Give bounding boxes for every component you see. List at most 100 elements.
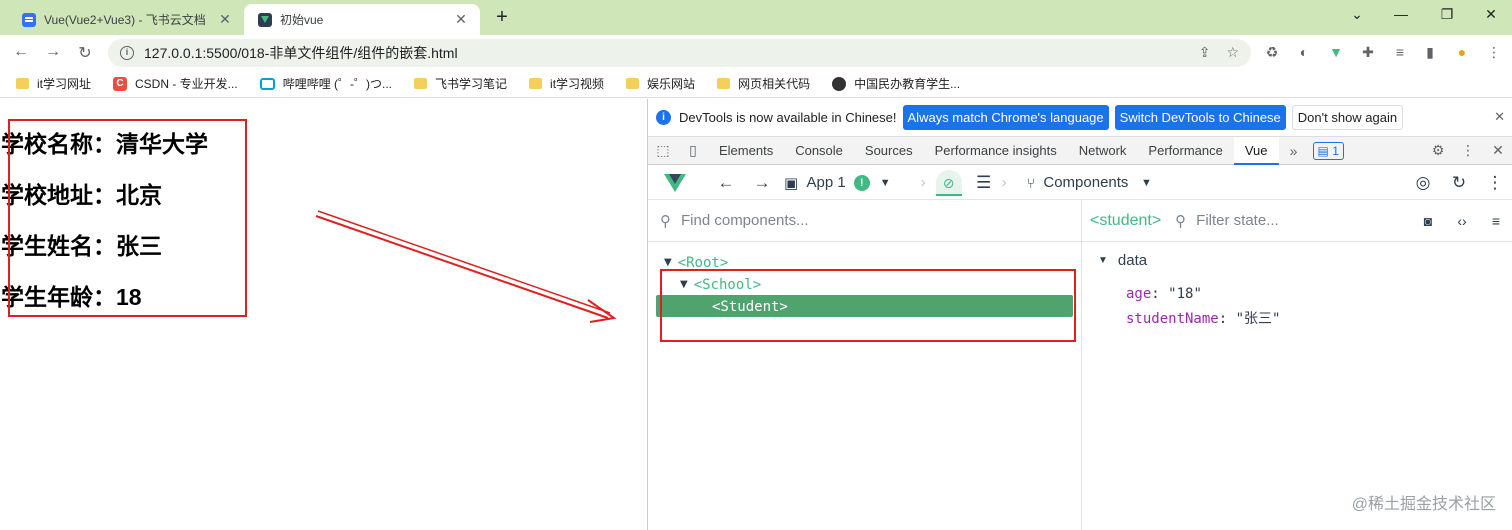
back-icon[interactable]: ← [10,43,32,61]
chevron-down-icon: ▼ [879,176,891,189]
bookmark-item[interactable]: 飞书学习笔记 [414,75,507,92]
site-info-icon[interactable]: i [120,46,134,60]
prop-value[interactable]: "18" [1168,286,1202,302]
prop-value[interactable]: "张三" [1236,311,1281,327]
selected-component-name: <student> [1090,211,1162,229]
timeline-icon[interactable]: ☰ [966,173,1002,193]
code-icon[interactable]: ‹› [1445,213,1479,229]
bookmark-item[interactable]: 网页相关代码 [717,75,810,92]
share-icon[interactable]: ⇪ [1199,44,1211,61]
customize-menu-icon[interactable]: ⋮ [1453,142,1483,159]
extension-recycle-icon[interactable]: ♻ [1262,44,1282,61]
device-toolbar-icon[interactable]: ▯ [678,142,708,159]
minimize-icon[interactable]: — [1386,6,1416,22]
extension-vue-icon[interactable]: ▼ [1326,44,1346,60]
vue-logo-icon [664,172,686,194]
search-icon: ⚲ [1175,212,1187,230]
bookmark-item[interactable]: it学习视频 [529,75,604,92]
tab-network[interactable]: Network [1068,137,1138,165]
components-tree-icon: ⑂ [1026,174,1036,191]
side-panel-icon[interactable]: ▮ [1420,44,1440,61]
component-search-input[interactable]: Find components... [681,212,809,229]
target-select-icon[interactable]: ◎ [1405,173,1441,193]
always-match-language-button[interactable]: Always match Chrome's language [902,105,1109,130]
tab-vue[interactable]: 初始vue ✕ [244,4,480,35]
app-selector[interactable]: ▣ App 1 ! ▼ [784,174,891,192]
more-options-icon[interactable]: ⋮ [1477,173,1512,193]
bookmark-item[interactable]: 娱乐网站 [626,75,695,92]
bookmark-label: 网页相关代码 [738,77,811,91]
component-search[interactable]: ⚲ Find components... [648,200,1081,242]
chevron-down-icon: ▼ [1140,176,1152,189]
close-devtools-icon[interactable]: ✕ [1483,142,1512,159]
address-bar[interactable]: i 127.0.0.1:5500/018-非单文件组件/组件的嵌套.html ⇪… [108,39,1251,67]
infobar-message: DevTools is now available in Chinese! [679,110,897,125]
window-close-icon[interactable]: ✕ [1476,6,1506,23]
vue-icon [258,12,272,27]
close-icon[interactable]: ✕ [450,11,472,28]
devtools-language-infobar: i DevTools is now available in Chinese! … [648,99,1512,137]
scroll-to-component-icon[interactable]: ◙ [1411,213,1445,229]
filter-state-input[interactable]: Filter state... [1196,212,1411,229]
tab-console[interactable]: Console [784,137,854,165]
tab-vue[interactable]: Vue [1233,136,1279,165]
folder-icon [16,78,29,89]
switch-to-chinese-button[interactable]: Switch DevTools to Chinese [1114,105,1286,130]
extensions-puzzle-icon[interactable]: ✚ [1358,44,1378,61]
bookmark-item[interactable]: 哔哩哔哩 (゜-゜)つ... [259,75,393,92]
tab-performance-insights[interactable]: Performance insights [924,137,1068,165]
tab-sources[interactable]: Sources [854,137,924,165]
bookmark-label: CSDN - 专业开发... [135,77,238,91]
close-icon[interactable]: ✕ [1494,109,1505,125]
forward-arrow-icon[interactable]: → [744,173,780,193]
extension-blue-icon[interactable]: ◐ [1294,44,1314,60]
state-prop-row: studentName: "张三" [1126,311,1281,327]
bookmark-label: 娱乐网站 [647,77,696,91]
expand-triangle-icon[interactable]: ▼ [664,257,672,268]
browser-tab-strip: Vue(Vue2+Vue3) - 飞书云文档 ✕ 初始vue ✕ + ⌄ — ❐… [0,0,1512,35]
more-tabs-icon[interactable]: » [1279,143,1309,159]
bookmark-item[interactable]: 中国民办教育学生... [832,75,960,92]
highlight-box-page [8,119,247,317]
dont-show-again-button[interactable]: Don't show again [1291,105,1404,130]
forward-icon[interactable]: → [42,43,64,61]
highlight-box-tree [660,269,1076,342]
data-section-header[interactable]: ▼ data [1098,252,1147,269]
profile-avatar-icon[interactable]: ● [1452,44,1472,60]
bookmark-item[interactable]: it学习网址 [16,75,91,92]
tab-title: Vue(Vue2+Vue3) - 飞书云文档 [44,13,206,27]
bookmark-item[interactable]: C CSDN - 专业开发... [113,75,238,92]
app-label: App 1 [806,174,846,191]
issues-badge[interactable]: ▤ 1 [1312,141,1344,160]
close-icon[interactable]: ✕ [214,11,236,28]
expand-list-icon[interactable]: ≡ [1479,213,1512,229]
tab-feishu[interactable]: Vue(Vue2+Vue3) - 飞书云文档 ✕ [8,4,244,35]
inspect-element-icon[interactable]: ⬚ [648,142,678,159]
compass-icon[interactable]: ⊘ [935,169,962,196]
back-arrow-icon[interactable]: ← [708,173,744,193]
refresh-icon[interactable]: ↻ [1441,173,1477,193]
reload-icon[interactable]: ↻ [74,43,96,63]
reading-list-icon[interactable]: ≡ [1390,44,1410,60]
folder-icon [626,78,640,89]
info-icon: i [656,110,671,125]
collapse-triangle-icon[interactable]: ▼ [1098,255,1108,266]
app-window-icon: ▣ [784,174,799,192]
section-label: data [1117,252,1148,269]
tab-search-icon[interactable]: ⌄ [1342,6,1372,23]
restore-icon[interactable]: ❐ [1432,6,1462,23]
components-selector[interactable]: ⑂ Components ▼ [1027,174,1152,191]
screen: Vue(Vue2+Vue3) - 飞书云文档 ✕ 初始vue ✕ + ⌄ — ❐… [0,0,1512,530]
bookmark-star-icon[interactable]: ☆ [1226,44,1239,61]
components-label: Components [1043,174,1129,191]
page-viewport: 学校名称：清华大学 学校地址：北京 学生姓名：张三 学生年龄：18 [0,99,647,530]
bookmark-label: it学习网址 [37,77,92,91]
new-tab-button[interactable]: + [490,6,514,29]
tab-elements[interactable]: Elements [708,137,784,165]
more-menu-icon[interactable]: ⋮ [1484,44,1504,61]
settings-gear-icon[interactable]: ⚙ [1423,142,1453,159]
tab-performance[interactable]: Performance [1137,137,1233,165]
csdn-icon: C [113,76,128,91]
bookmark-label: it学习视频 [550,77,605,91]
bookmark-label: 哔哩哔哩 (゜-゜)つ... [282,77,393,91]
